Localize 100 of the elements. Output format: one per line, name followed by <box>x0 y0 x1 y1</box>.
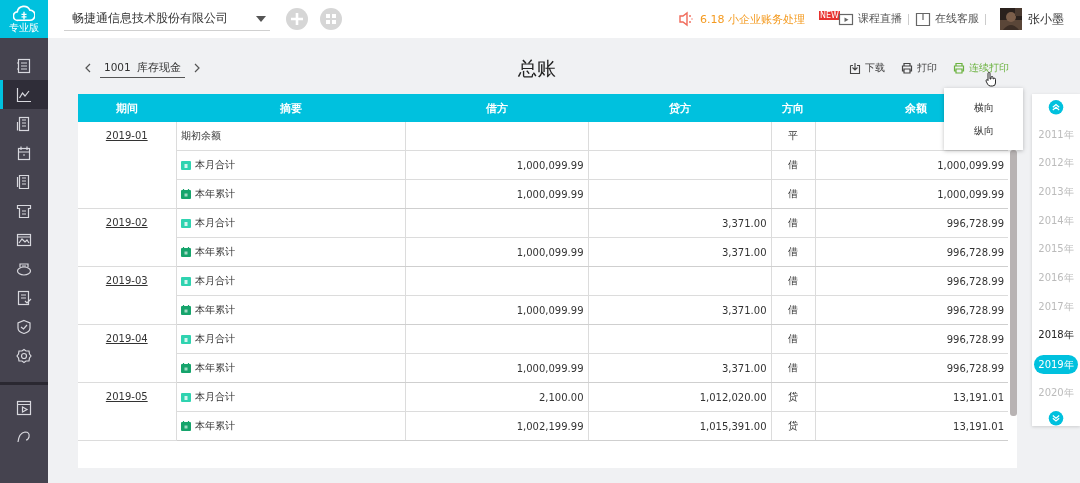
document-icon <box>16 57 32 74</box>
caret-icon <box>256 15 266 22</box>
toolbar-action[interactable]: 打印 <box>895 59 943 77</box>
column-header: 期间 <box>78 94 176 122</box>
toolbar-action[interactable]: 下载 <box>843 59 891 77</box>
calendar-icon <box>180 363 191 373</box>
balance-amount: 1,000,099.99 <box>937 188 1004 200</box>
calendar-icon <box>180 247 191 257</box>
calendar-icon <box>180 276 191 286</box>
nav-item[interactable] <box>0 80 48 109</box>
coins-icon <box>16 260 32 277</box>
debit-amount: 1,000,099.99 <box>516 246 584 258</box>
summary-text: 本月合计 <box>194 158 235 172</box>
balance-amount: 996,728.99 <box>946 304 1004 316</box>
balance-amount: 996,728.99 <box>946 217 1004 229</box>
previous-icon[interactable] <box>84 63 92 73</box>
column-header: 贷方 <box>588 94 771 122</box>
balance-amount: 996,728.99 <box>946 275 1004 287</box>
new-badge: NEW <box>819 11 840 20</box>
balance-amount: 13,191.01 <box>953 391 1004 403</box>
summary-text: 期初余额 <box>180 129 221 143</box>
direction-text: 借 <box>788 188 798 199</box>
summary-text: 本年累计 <box>194 303 235 317</box>
direction-text: 贷 <box>788 420 798 431</box>
calendar-icon <box>180 218 191 228</box>
debit-amount: 1,002,199.99 <box>516 420 584 432</box>
cloud-icon <box>13 4 35 22</box>
direction-text: 借 <box>788 275 798 286</box>
building-icon <box>16 115 32 132</box>
summary-text: 本年累计 <box>194 245 235 259</box>
book-icon <box>915 11 931 27</box>
direction-text: 借 <box>788 333 798 344</box>
period-link[interactable]: 2019-01 <box>105 130 148 141</box>
calendar-icon <box>16 144 32 161</box>
period-link[interactable]: 2019-05 <box>105 391 148 402</box>
tv-icon <box>838 11 854 27</box>
document-icon <box>16 289 32 306</box>
account-select[interactable]: 1001 库存现金 <box>100 58 185 78</box>
direction-text: 借 <box>788 362 798 373</box>
column-header: 借方 <box>405 94 588 122</box>
header-link[interactable]: 课程直播 <box>858 12 902 26</box>
swirl-icon <box>16 428 32 445</box>
calendar-icon <box>180 189 191 199</box>
direction-text: 贷 <box>788 391 798 402</box>
balance-amount: 996,728.99 <box>946 333 1004 345</box>
credit-amount: 3,371.00 <box>721 246 767 258</box>
balance-amount: 13,191.01 <box>953 420 1004 432</box>
debit-amount: 2,100.00 <box>538 391 584 403</box>
balance-amount: 996,728.99 <box>946 362 1004 374</box>
printer-icon <box>901 62 913 74</box>
summary-text: 本月合计 <box>194 274 235 288</box>
summary-text: 本年累计 <box>194 187 235 201</box>
video-icon <box>16 399 32 416</box>
period-link[interactable]: 2019-02 <box>105 217 148 228</box>
logo-label: 专业版 <box>9 21 39 34</box>
credit-amount: 3,371.00 <box>721 304 767 316</box>
debit-amount: 1,000,099.99 <box>516 304 584 316</box>
direction-text: 平 <box>788 130 798 141</box>
direction-text: 借 <box>788 246 798 257</box>
credit-amount: 3,371.00 <box>721 362 767 374</box>
balance-amount: 996,728.99 <box>946 246 1004 258</box>
menu-item[interactable]: 纵向 <box>944 119 1023 142</box>
direction-text: 借 <box>788 304 798 315</box>
direction-text: 借 <box>788 217 798 228</box>
calendar-icon <box>180 392 191 402</box>
header-link[interactable]: 在线客服 <box>935 12 979 26</box>
gear-icon <box>16 347 32 364</box>
calendar-icon <box>180 305 191 315</box>
column-header: 摘要 <box>176 94 405 122</box>
scrollbar[interactable] <box>1010 150 1017 416</box>
company-select[interactable]: 畅捷通信息技术股份有限公司 <box>64 7 270 31</box>
document-icon <box>16 202 32 219</box>
calendar-icon <box>180 334 191 344</box>
summary-text: 本月合计 <box>194 216 235 230</box>
credit-amount: 1,015,391.00 <box>699 420 767 432</box>
printer-icon <box>953 62 965 74</box>
calendar-icon <box>180 421 191 431</box>
speaker-icon <box>678 11 695 27</box>
summary-text: 本月合计 <box>194 332 235 346</box>
summary-text: 本年累计 <box>194 361 235 375</box>
credit-amount: 1,012,020.00 <box>699 391 767 403</box>
column-header: 方向 <box>771 94 815 122</box>
next-icon[interactable] <box>192 63 201 73</box>
summary-text: 本年累计 <box>194 419 235 433</box>
balance-amount: 1,000,099.99 <box>937 159 1004 171</box>
image-icon <box>16 231 32 248</box>
chart-icon <box>16 86 32 103</box>
credit-amount: 3,371.00 <box>721 217 767 229</box>
debit-amount: 1,000,099.99 <box>516 362 584 374</box>
document-icon <box>16 173 32 190</box>
summary-text: 本月合计 <box>194 390 235 404</box>
debit-amount: 1,000,099.99 <box>516 159 584 171</box>
year-item[interactable]: 2018年 <box>1034 321 1078 351</box>
period-link[interactable]: 2019-03 <box>105 275 148 286</box>
debit-amount: 1,000,099.99 <box>516 188 584 200</box>
page-title: 总账 <box>518 56 556 81</box>
calendar-icon <box>180 160 191 170</box>
download-icon <box>849 62 861 74</box>
period-link[interactable]: 2019-04 <box>105 333 148 344</box>
user-name[interactable]: 张小墨 <box>1028 10 1064 28</box>
